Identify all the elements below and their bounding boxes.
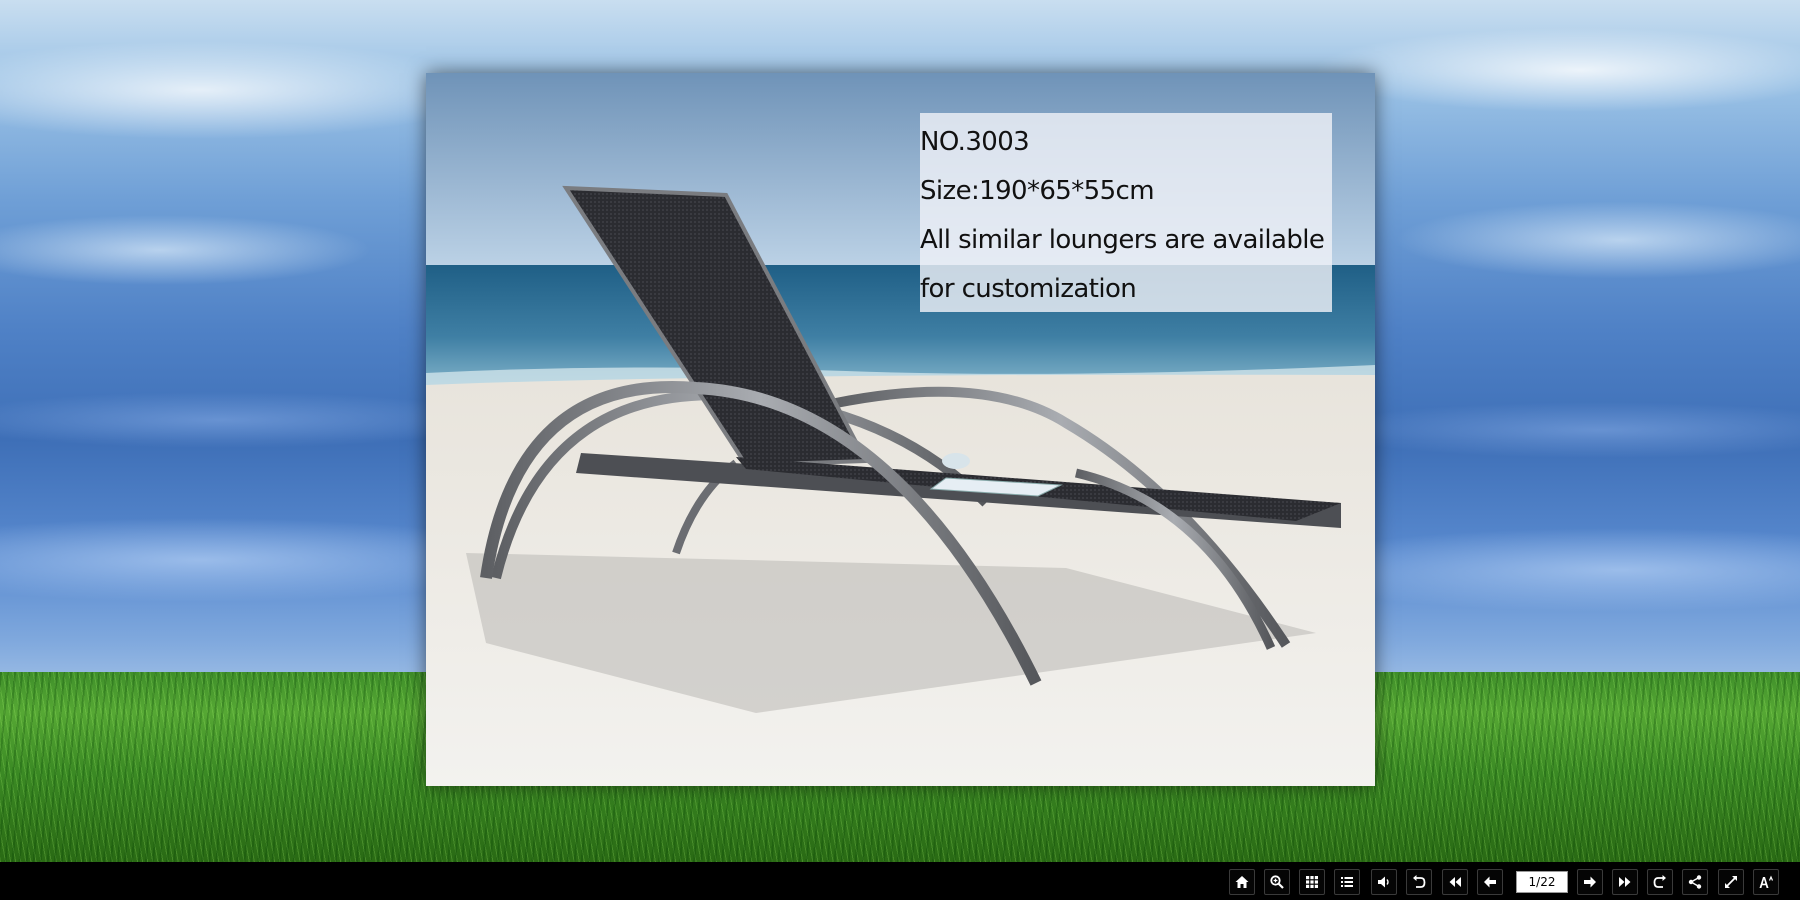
share-button[interactable] bbox=[1682, 869, 1708, 895]
model-number: NO.3003 bbox=[920, 127, 1030, 157]
thumbnails-button[interactable] bbox=[1299, 869, 1325, 895]
bottom-toolbar bbox=[0, 862, 1800, 900]
first-page-button[interactable] bbox=[1442, 869, 1468, 895]
redo-button[interactable] bbox=[1647, 869, 1673, 895]
redo-icon bbox=[1653, 875, 1666, 888]
fullscreen-button[interactable] bbox=[1718, 869, 1744, 895]
home-icon bbox=[1235, 876, 1249, 888]
font-size-icon bbox=[1759, 875, 1774, 888]
customization-note-line1: All similar loungers are available bbox=[920, 225, 1325, 255]
undo-icon bbox=[1413, 875, 1426, 888]
arrow-right-icon bbox=[1584, 876, 1596, 888]
font-size-button[interactable] bbox=[1753, 869, 1779, 895]
undo-button[interactable] bbox=[1406, 869, 1432, 895]
last-page-button[interactable] bbox=[1612, 869, 1638, 895]
sound-button[interactable] bbox=[1371, 869, 1397, 895]
home-button[interactable] bbox=[1229, 869, 1255, 895]
page-number-input[interactable] bbox=[1516, 871, 1568, 893]
arrow-left-icon bbox=[1484, 876, 1496, 888]
zoom-button[interactable] bbox=[1264, 869, 1290, 895]
list-icon bbox=[1341, 877, 1353, 887]
flipbook-page[interactable]: NO.3003 Size:190*65*55cm All similar lou… bbox=[426, 73, 1375, 786]
table-of-contents-button[interactable] bbox=[1334, 869, 1360, 895]
next-page-button[interactable] bbox=[1577, 869, 1603, 895]
grid-icon bbox=[1306, 876, 1318, 888]
zoom-icon bbox=[1270, 875, 1284, 889]
previous-page-button[interactable] bbox=[1477, 869, 1503, 895]
fullscreen-icon bbox=[1725, 876, 1737, 888]
share-icon bbox=[1688, 875, 1702, 889]
double-arrow-left-icon bbox=[1449, 877, 1461, 887]
product-size: Size:190*65*55cm bbox=[920, 176, 1155, 206]
customization-note-line2: for customization bbox=[920, 274, 1137, 304]
product-info-box: NO.3003 Size:190*65*55cm All similar lou… bbox=[920, 113, 1332, 312]
double-arrow-right-icon bbox=[1619, 877, 1631, 887]
speaker-icon bbox=[1378, 876, 1389, 888]
